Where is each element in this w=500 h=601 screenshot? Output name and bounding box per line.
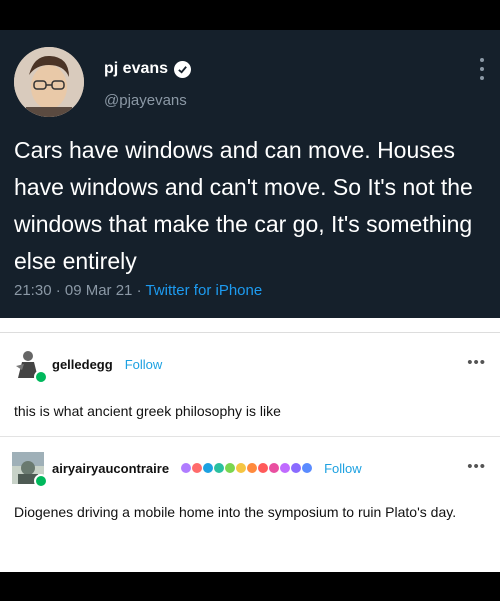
badge-icon[interactable] xyxy=(214,463,225,473)
tweet-author-handle[interactable]: @pjayevans xyxy=(104,92,187,109)
badge-icon[interactable] xyxy=(247,463,258,473)
avatar[interactable] xyxy=(14,47,84,117)
tweet-author-row: pj evans xyxy=(104,60,192,78)
post-text: Diogenes driving a mobile home into the … xyxy=(14,504,457,520)
badge-row xyxy=(181,463,313,473)
status-badge xyxy=(34,474,48,488)
post-header: gelledegg Follow xyxy=(12,348,163,384)
avatar[interactable] xyxy=(12,348,48,384)
post-header: airyairyaucontraire Follow xyxy=(12,452,362,488)
more-options-icon[interactable]: ••• xyxy=(467,458,486,475)
tweet-source[interactable]: Twitter for iPhone xyxy=(145,282,262,299)
badge-icon[interactable] xyxy=(192,463,203,473)
follow-button[interactable]: Follow xyxy=(125,357,163,372)
badge-icon[interactable] xyxy=(302,463,313,473)
tweet-author-name[interactable]: pj evans xyxy=(104,60,168,78)
badge-icon[interactable] xyxy=(225,463,236,473)
tweet-meta: 21:30 · 09 Mar 21 · Twitter for iPhone xyxy=(14,282,262,299)
badge-icon[interactable] xyxy=(269,463,280,473)
tumblr-thread: gelledegg Follow ••• this is what ancien… xyxy=(0,318,500,572)
tweet-card: pj evans @pjayevans Cars have windows an… xyxy=(0,30,500,318)
status-badge xyxy=(34,370,48,384)
avatar[interactable] xyxy=(12,452,48,488)
post-username[interactable]: airyairyaucontraire xyxy=(52,461,169,476)
more-options-icon[interactable]: ••• xyxy=(467,354,486,371)
badge-icon[interactable] xyxy=(236,463,247,473)
badge-icon[interactable] xyxy=(258,463,269,473)
badge-icon[interactable] xyxy=(291,463,302,473)
tweet-timestamp: 21:30 · 09 Mar 21 · xyxy=(14,282,146,299)
badge-icon[interactable] xyxy=(280,463,291,473)
badge-icon[interactable] xyxy=(181,463,192,473)
post-username[interactable]: gelledegg xyxy=(52,357,113,372)
divider xyxy=(0,332,500,333)
post-text: this is what ancient greek philosophy is… xyxy=(14,403,281,419)
verified-icon xyxy=(174,60,192,78)
tweet-text: Cars have windows and can move. Houses h… xyxy=(14,137,473,274)
badge-icon[interactable] xyxy=(203,463,214,473)
more-options-icon[interactable] xyxy=(480,58,486,80)
follow-button[interactable]: Follow xyxy=(324,461,362,476)
divider xyxy=(0,436,500,437)
